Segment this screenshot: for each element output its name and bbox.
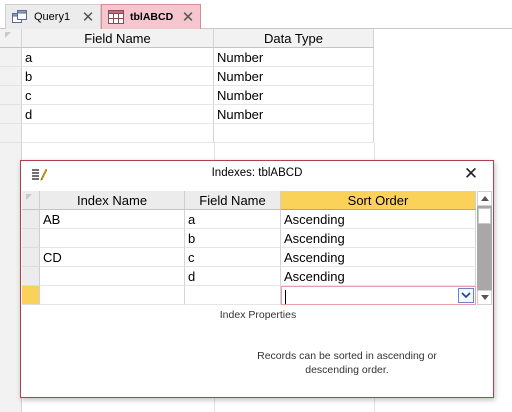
table-row-new — [22, 286, 476, 305]
row-selector-strip — [0, 143, 22, 412]
column-header-data-type[interactable]: Data Type — [214, 29, 374, 48]
help-text: Records can be sorted in ascending or de… — [257, 350, 437, 376]
scroll-up-icon[interactable] — [477, 191, 492, 206]
row-selector[interactable] — [0, 48, 22, 67]
close-icon[interactable]: ✕ — [180, 9, 196, 26]
field-name-cell[interactable]: b — [22, 67, 214, 86]
field-name-cell[interactable] — [22, 124, 214, 143]
table-row: d Ascending — [22, 267, 476, 286]
design-grid-header: Field Name Data Type — [0, 29, 374, 48]
text-caret — [285, 289, 286, 304]
dialog-title-bar[interactable]: Indexes: tblABCD ✕ — [21, 161, 493, 188]
table-row: d Number — [0, 105, 374, 124]
table-icon — [108, 10, 124, 24]
row-selector[interactable] — [0, 86, 22, 105]
index-name-cell[interactable] — [40, 286, 185, 305]
column-header-index-name[interactable]: Index Name — [40, 191, 185, 210]
sort-order-cell[interactable]: Ascending — [281, 210, 476, 229]
select-all-corner[interactable] — [0, 29, 22, 48]
table-row: AB a Ascending — [22, 210, 476, 229]
select-all-corner[interactable] — [22, 191, 40, 210]
column-header-field-name[interactable]: Field Name — [185, 191, 281, 210]
column-header-sort-order[interactable]: Sort Order — [281, 191, 476, 210]
table-row: b Ascending — [22, 229, 476, 248]
field-name-cell[interactable]: a — [22, 48, 214, 67]
document-tab-bar: Query1 ✕ tblABCD ✕ — [0, 0, 512, 29]
data-type-cell[interactable] — [214, 124, 374, 143]
table-row: b Number — [0, 67, 374, 86]
tab-tblabcd[interactable]: tblABCD ✕ — [101, 4, 201, 29]
tab-tblabcd-label: tblABCD — [130, 11, 174, 23]
index-properties-label: Index Properties — [219, 309, 297, 321]
data-type-cell[interactable]: Number — [214, 105, 374, 124]
row-selector[interactable] — [0, 105, 22, 124]
sort-order-cell[interactable]: Ascending — [281, 229, 476, 248]
close-icon[interactable]: ✕ — [460, 164, 482, 184]
chevron-down-icon[interactable] — [458, 288, 474, 303]
dialog-title: Indexes: tblABCD — [211, 167, 303, 179]
sort-order-cell[interactable]: Ascending — [281, 248, 476, 267]
table-row: a Number — [0, 48, 374, 67]
index-name-cell[interactable]: CD — [40, 248, 185, 267]
data-type-cell[interactable]: Number — [214, 86, 374, 105]
indexes-dialog: Indexes: tblABCD ✕ Index Name Field Name… — [20, 160, 494, 398]
column-header-field-name[interactable]: Field Name — [22, 29, 214, 48]
field-name-cell[interactable] — [185, 286, 281, 305]
row-selector[interactable] — [22, 248, 40, 267]
tab-query1[interactable]: Query1 ✕ — [5, 4, 101, 29]
data-type-cell[interactable]: Number — [214, 48, 374, 67]
field-name-cell[interactable]: d — [22, 105, 214, 124]
index-name-cell[interactable] — [40, 229, 185, 248]
tab-query1-label: Query1 — [34, 11, 71, 23]
sort-order-combo[interactable] — [281, 286, 476, 305]
field-name-cell[interactable]: a — [185, 210, 281, 229]
index-name-cell[interactable]: AB — [40, 210, 185, 229]
scrollbar-thumb[interactable] — [478, 208, 491, 224]
table-row: c Number — [0, 86, 374, 105]
row-selector[interactable] — [0, 67, 22, 86]
indexes-grid: Index Name Field Name Sort Order AB a As… — [22, 191, 476, 305]
design-grid-rows: a Number b Number c Number d Number — [0, 48, 374, 143]
row-selector[interactable] — [22, 210, 40, 229]
query-icon — [12, 10, 28, 24]
scroll-down-icon[interactable] — [477, 290, 492, 305]
index-name-cell[interactable] — [40, 267, 185, 286]
current-row-selector[interactable] — [22, 286, 40, 305]
field-name-cell[interactable]: d — [185, 267, 281, 286]
indexes-grid-header: Index Name Field Name Sort Order — [22, 191, 476, 210]
indexes-scrollbar[interactable] — [477, 191, 492, 305]
close-icon[interactable]: ✕ — [80, 9, 96, 26]
field-name-cell[interactable]: b — [185, 229, 281, 248]
table-row: CD c Ascending — [22, 248, 476, 267]
row-selector[interactable] — [22, 267, 40, 286]
field-name-cell[interactable]: c — [185, 248, 281, 267]
row-selector[interactable] — [0, 124, 22, 143]
row-selector[interactable] — [22, 229, 40, 248]
sort-order-cell[interactable]: Ascending — [281, 267, 476, 286]
table-row — [0, 124, 374, 143]
data-type-cell[interactable]: Number — [214, 67, 374, 86]
field-name-cell[interactable]: c — [22, 86, 214, 105]
